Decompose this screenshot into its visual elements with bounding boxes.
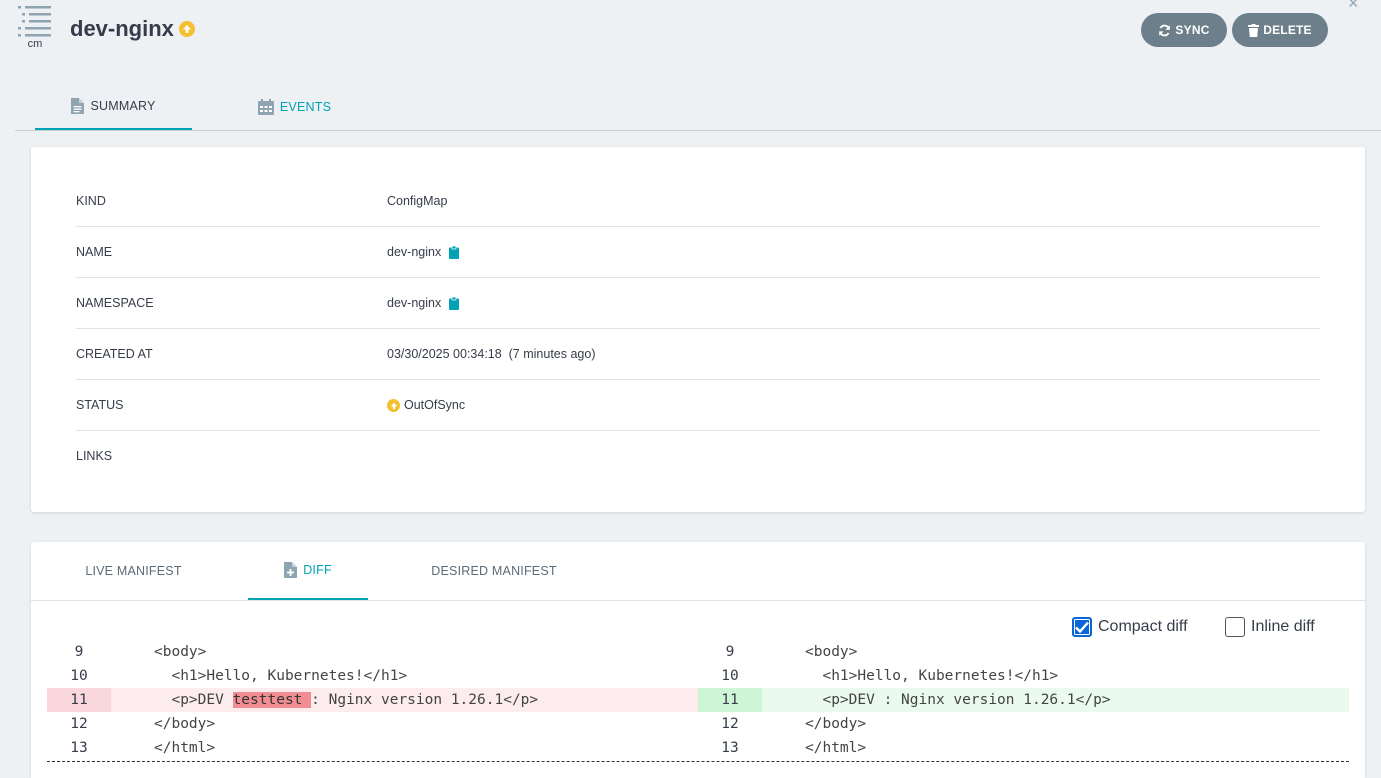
- diff-line-deleted: 11 <p>DEV testtest : Nginx version 1.26.…: [47, 688, 698, 712]
- line-code: <h1>Hello, Kubernetes!</h1>: [805, 668, 1059, 684]
- summary-value: dev-nginx: [387, 227, 460, 278]
- summary-value: dev-nginx: [387, 278, 460, 329]
- tab-summary-label: SUMMARY: [90, 99, 156, 113]
- name-value: dev-nginx: [387, 245, 442, 259]
- tab-diff[interactable]: DIFF: [248, 542, 368, 600]
- compact-diff-label: Compact diff: [1098, 618, 1188, 635]
- summary-row-namespace: NAMESPACE dev-nginx: [76, 278, 1320, 329]
- tab-live-manifest-label: LIVE MANIFEST: [85, 564, 182, 578]
- line-number: 9: [725, 644, 735, 660]
- summary-key: LINKS: [76, 449, 113, 463]
- diff-line-left: 12 </body>: [47, 712, 698, 736]
- diff-line-right: 9 <body>: [698, 640, 1349, 664]
- diff-line-right: 12 </body>: [698, 712, 1349, 736]
- summary-key: NAME: [76, 245, 113, 259]
- line-number: 10: [70, 668, 88, 684]
- summary-panel: KIND ConfigMap NAME dev-nginx NAMESPACE …: [31, 147, 1365, 512]
- line-code: <p>DEV : Nginx version 1.26.1</p>: [805, 692, 1111, 708]
- line-code: </html>: [805, 740, 867, 756]
- summary-row-name: NAME dev-nginx: [76, 227, 1320, 278]
- diff-line-added: 11 <p>DEV : Nginx version 1.26.1</p>: [698, 688, 1349, 712]
- created-at-value: 03/30/2025 00:34:18 (7 minutes ago): [387, 347, 596, 361]
- tab-desired-manifest[interactable]: DESIRED MANIFEST: [417, 542, 571, 600]
- line-number: 13: [721, 740, 739, 756]
- trash-icon: [1248, 23, 1260, 37]
- line-code: </body>: [805, 716, 867, 732]
- summary-value: OutOfSync: [387, 380, 465, 431]
- inline-diff-label: Inline diff: [1251, 618, 1315, 635]
- line-number: 11: [47, 688, 111, 712]
- inline-diff-checkbox[interactable]: [1225, 617, 1245, 637]
- file-plus-icon: [284, 562, 298, 578]
- resource-tabs: SUMMARY EVENTS: [15, 84, 1381, 131]
- code-unchanged: <p>DEV: [154, 692, 233, 708]
- calendar-icon: [257, 99, 274, 115]
- tab-diff-label: DIFF: [303, 563, 332, 577]
- line-number: 13: [70, 740, 88, 756]
- resource-kind-badge: cm: [17, 5, 53, 55]
- manifest-tabs: LIVE MANIFEST DIFF DESIRED MANIFEST: [31, 542, 1365, 601]
- code-removed: testtest: [232, 692, 312, 708]
- clipboard-icon[interactable]: [449, 246, 460, 259]
- diff-viewer: 9 <body> 10 <h1>Hello, Kubernetes!</h1> …: [47, 640, 1349, 762]
- diff-line-left: 9 <body>: [47, 640, 698, 664]
- line-number: 10: [721, 668, 739, 684]
- line-number: 12: [70, 716, 88, 732]
- delete-button[interactable]: DELETE: [1232, 13, 1328, 47]
- arrow-up-circle-icon: [178, 21, 195, 37]
- summary-key: NAMESPACE: [76, 296, 154, 310]
- kind-value: ConfigMap: [387, 194, 448, 208]
- tab-events[interactable]: EVENTS: [244, 84, 345, 130]
- file-icon: [71, 98, 85, 114]
- delete-button-label: DELETE: [1263, 23, 1312, 37]
- manifest-panel: LIVE MANIFEST DIFF DESIRED MANIFEST Comp…: [31, 542, 1365, 778]
- line-code: </html>: [154, 740, 216, 756]
- diff-line-left: 13 </html>: [47, 736, 698, 760]
- line-number: 12: [721, 716, 739, 732]
- tab-desired-manifest-label: DESIRED MANIFEST: [431, 564, 557, 578]
- summary-value: ConfigMap: [387, 176, 447, 227]
- compact-diff-checkbox[interactable]: [1072, 617, 1092, 637]
- tab-events-label: EVENTS: [279, 100, 332, 114]
- summary-row-links: LINKS: [76, 431, 1320, 482]
- status-value: OutOfSync: [404, 398, 466, 412]
- diff-line-right: 10 <h1>Hello, Kubernetes!</h1>: [698, 664, 1349, 688]
- summary-value: 03/30/2025 00:34:18 (7 minutes ago): [387, 329, 595, 380]
- sync-button[interactable]: SYNC: [1141, 13, 1227, 47]
- sync-button-label: SYNC: [1175, 23, 1210, 37]
- compact-diff-toggle[interactable]: Compact diff: [1072, 617, 1188, 637]
- line-number: 9: [74, 644, 84, 660]
- close-icon[interactable]: ×: [1348, 0, 1364, 12]
- check-icon: [1075, 621, 1089, 633]
- refresh-icon: [1159, 24, 1171, 36]
- tab-live-manifest[interactable]: LIVE MANIFEST: [69, 542, 198, 600]
- line-code: </body>: [154, 716, 216, 732]
- summary-key: KIND: [76, 194, 106, 208]
- page-title: dev-nginx: [70, 16, 195, 42]
- clipboard-icon[interactable]: [449, 297, 460, 310]
- list-icon: [18, 6, 51, 37]
- summary-row-created-at: CREATED AT 03/30/2025 00:34:18 (7 minute…: [76, 329, 1320, 380]
- code-unchanged: : Nginx version 1.26.1</p>: [311, 692, 539, 708]
- resource-name: dev-nginx: [70, 16, 174, 41]
- diff-line-right: 13 </html>: [698, 736, 1349, 760]
- summary-row-kind: KIND ConfigMap: [76, 176, 1320, 227]
- summary-row-status: STATUS OutOfSync: [76, 380, 1320, 431]
- diff-line-left: 10 <h1>Hello, Kubernetes!</h1>: [47, 664, 698, 688]
- namespace-value: dev-nginx: [387, 296, 442, 310]
- arrow-up-circle-icon: [387, 399, 400, 412]
- line-number: 11: [698, 688, 762, 712]
- line-code: <h1>Hello, Kubernetes!</h1>: [154, 668, 408, 684]
- line-code: <body>: [805, 644, 858, 660]
- tab-summary[interactable]: SUMMARY: [35, 84, 192, 130]
- summary-key: STATUS: [76, 398, 124, 412]
- line-code: <body>: [154, 644, 207, 660]
- summary-key: CREATED AT: [76, 347, 153, 361]
- inline-diff-toggle[interactable]: Inline diff: [1225, 617, 1315, 637]
- resource-kind-label: cm: [27, 38, 43, 50]
- line-code: <p>DEV testtest : Nginx version 1.26.1</…: [154, 688, 538, 712]
- resource-header: cm dev-nginx SYNC DELETE × SUMMARY EVENT…: [0, 0, 1381, 131]
